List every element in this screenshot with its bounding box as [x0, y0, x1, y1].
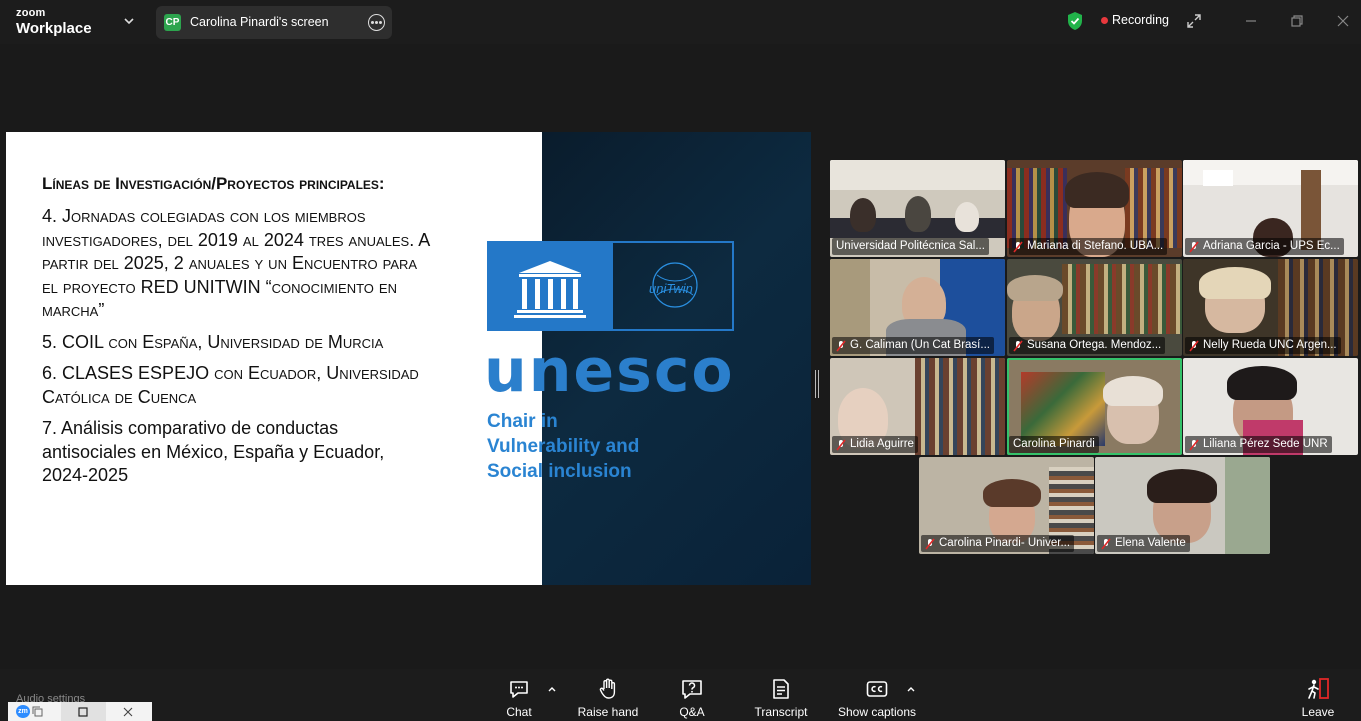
taskbar-close-icon[interactable] — [123, 707, 133, 717]
transcript-button[interactable]: Transcript — [752, 677, 810, 721]
participant-name-label: Lidia Aguirre — [832, 436, 918, 453]
zoom-workplace-logo[interactable]: zoom Workplace — [16, 7, 92, 37]
video-tile[interactable]: Mariana di Stefano. UBA... — [1007, 160, 1182, 257]
slide-text-block: Líneas de Investigación/Proyectos princi… — [42, 172, 432, 496]
show-captions-button[interactable]: Show captions — [836, 677, 918, 721]
unitwin-text: uniTwin — [649, 281, 693, 296]
video-tile[interactable]: Universidad Politécnica Sal... — [830, 160, 1005, 257]
leave-button[interactable]: Leave — [1298, 677, 1338, 721]
chat-icon — [510, 681, 528, 698]
muted-mic-icon — [836, 439, 846, 450]
muted-mic-icon — [836, 340, 846, 351]
minimize-icon[interactable] — [1242, 12, 1260, 30]
muted-mic-icon — [1013, 340, 1023, 351]
chat-button[interactable]: Chat — [500, 677, 538, 721]
participant-name-label: Mariana di Stefano. UBA... — [1009, 238, 1168, 255]
shared-screen-slide: Líneas de Investigación/Proyectos princi… — [6, 132, 811, 585]
brand-line2: Workplace — [16, 20, 92, 37]
zoom-app-icon[interactable]: zm — [16, 705, 30, 718]
resize-splitter-handle[interactable] — [815, 370, 819, 398]
fullscreen-icon[interactable] — [1185, 12, 1203, 30]
chat-label: Chat — [506, 705, 532, 719]
qa-label: Q&A — [679, 705, 705, 719]
muted-mic-icon — [1013, 241, 1023, 252]
show-captions-label: Show captions — [837, 705, 917, 719]
participant-name-label: Liliana Pérez Sede UNR — [1185, 436, 1332, 453]
video-tile[interactable]: Liliana Pérez Sede UNR — [1183, 358, 1358, 455]
leave-icon — [1308, 678, 1329, 699]
raise-hand-button[interactable]: Raise hand — [577, 677, 639, 721]
taskbar-maximize-area[interactable] — [61, 702, 106, 721]
video-tile[interactable]: Nelly Rueda UNC Argen... — [1183, 259, 1358, 356]
leave-label: Leave — [1301, 705, 1335, 719]
participant-name-label: Carolina Pinardi — [1009, 436, 1099, 453]
qa-icon — [682, 680, 702, 699]
unesco-temple-logo — [489, 243, 611, 329]
temple-icon — [514, 261, 586, 318]
raise-hand-icon — [599, 678, 616, 699]
video-tile[interactable]: Lidia Aguirre — [830, 358, 1005, 455]
participant-name-label: Universidad Politécnica Sal... — [832, 238, 989, 255]
chair-line-1: Chair in — [487, 411, 558, 432]
muted-mic-icon — [1189, 439, 1199, 450]
video-tile[interactable]: Susana Ortega. Mendoz... — [1007, 259, 1182, 356]
muted-mic-icon — [1189, 241, 1199, 252]
more-options-icon[interactable] — [368, 14, 385, 31]
muted-mic-icon — [1189, 340, 1199, 351]
video-tile[interactable]: Adriana Garcia - UPS Ec... — [1183, 160, 1358, 257]
maximize-icon — [78, 707, 88, 717]
participant-name-label: Carolina Pinardi- Univer... — [921, 535, 1075, 552]
captions-options-caret-icon[interactable] — [906, 685, 916, 693]
recording-dot-icon — [1101, 17, 1108, 24]
chair-title: Chair in Vulnerability and Social inclus… — [487, 409, 639, 484]
video-tile-active-speaker[interactable]: Carolina Pinardi — [1007, 358, 1182, 455]
participant-name-label: Elena Valente — [1097, 535, 1190, 552]
slide-item-6: 6. CLASES ESPEJO con Ecuador, Universida… — [42, 363, 419, 407]
participant-name-label: Nelly Rueda UNC Argen... — [1185, 337, 1341, 354]
transcript-label: Transcript — [754, 705, 808, 719]
security-shield-icon[interactable] — [1066, 11, 1084, 31]
slide-item-4: 4. Jornadas colegiadas con los miembros … — [42, 206, 430, 320]
sharer-avatar-badge: CP — [164, 14, 181, 31]
video-tile[interactable]: Elena Valente — [1095, 457, 1270, 554]
slide-item-7: 7. Análisis comparativo de conductas ant… — [42, 418, 385, 485]
share-label: Carolina Pinardi's screen — [190, 15, 329, 29]
brand-line1: zoom — [16, 7, 46, 19]
video-tile[interactable]: G. Caliman (Un Cat Brasí... — [830, 259, 1005, 356]
unesco-wordmark: unesco — [484, 336, 735, 406]
recording-status[interactable]: Recording — [1112, 13, 1169, 27]
window-tabs-icon[interactable] — [32, 706, 44, 718]
participant-name-label: G. Caliman (Un Cat Brasí... — [832, 337, 994, 354]
slide-heading: Líneas de Investigación/Proyectos princi… — [42, 174, 385, 193]
taskbar-preview: zm — [8, 702, 152, 721]
unitwin-logo: uniTwin — [611, 243, 732, 329]
close-icon[interactable] — [1334, 12, 1352, 30]
raise-hand-label: Raise hand — [577, 705, 639, 719]
slide-item-5: 5. COIL con España, Universidad de Murci… — [42, 331, 384, 352]
chat-options-caret-icon[interactable] — [547, 685, 557, 693]
title-bar: zoom Workplace CP Carolina Pinardi's scr… — [0, 0, 1361, 44]
chair-line-2: Vulnerability and — [487, 436, 640, 457]
chevron-down-icon[interactable] — [122, 14, 136, 28]
participant-name-label: Adriana Garcia - UPS Ec... — [1185, 238, 1344, 255]
unesco-unitwin-logo: uniTwin — [487, 241, 734, 331]
restore-icon[interactable] — [1288, 12, 1306, 30]
transcript-icon — [773, 679, 789, 699]
qa-button[interactable]: Q&A — [672, 677, 712, 721]
closed-captions-icon — [866, 681, 888, 697]
muted-mic-icon — [925, 538, 935, 549]
participant-name-label: Susana Ortega. Mendoz... — [1009, 337, 1166, 354]
video-tile[interactable]: Carolina Pinardi- Univer... — [919, 457, 1094, 554]
muted-mic-icon — [1101, 538, 1111, 549]
meeting-toolbar: Chat Raise hand Q&A Transcript Show capt… — [0, 669, 1361, 721]
screen-share-indicator[interactable]: CP Carolina Pinardi's screen — [156, 6, 392, 39]
chair-line-3: Social inclusion — [487, 461, 632, 482]
